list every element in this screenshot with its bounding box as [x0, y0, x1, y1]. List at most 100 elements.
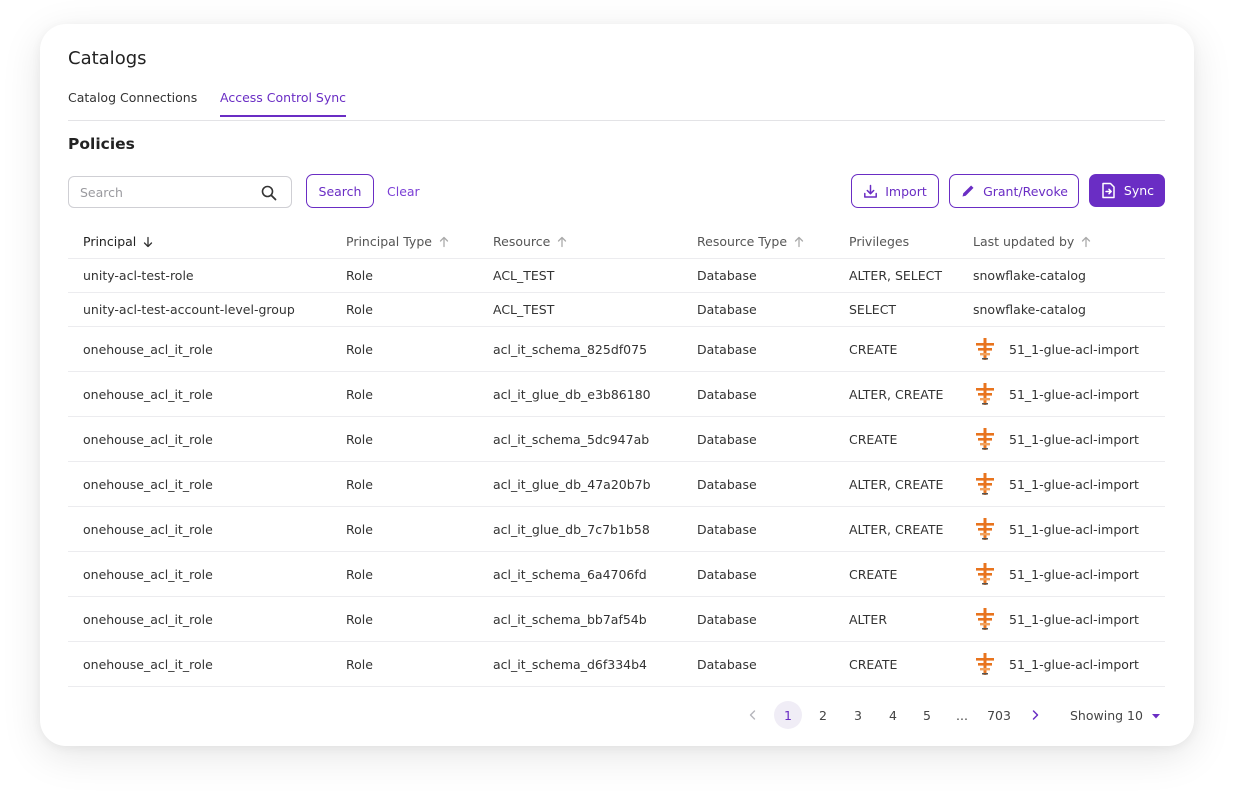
cell-updated-by: 51_1-glue-acl-import	[973, 472, 1139, 496]
sort-desc-icon	[142, 236, 154, 248]
table-row[interactable]: unity-acl-test-role Role ACL_TEST Databa…	[68, 259, 1165, 293]
cell-privileges: CREATE	[849, 567, 898, 582]
cell-privileges: ALTER, CREATE	[849, 522, 944, 537]
cell-resource-type: Database	[697, 522, 757, 537]
table-row[interactable]: onehouse_acl_it_role Role acl_it_glue_db…	[68, 372, 1165, 417]
search-input[interactable]	[69, 177, 249, 207]
aws-glue-icon	[973, 562, 997, 586]
cell-resource-type: Database	[697, 268, 757, 283]
page-3[interactable]: 3	[849, 701, 867, 729]
section-title: Policies	[68, 135, 135, 153]
page-size-select[interactable]: Showing 10	[1070, 708, 1161, 723]
aws-glue-icon	[973, 427, 997, 451]
catalogs-card: Catalogs Catalog Connections Access Cont…	[40, 24, 1194, 746]
page-1[interactable]: 1	[774, 701, 802, 729]
cell-updated-by: snowflake-catalog	[973, 302, 1086, 317]
search-button[interactable]: Search	[306, 174, 374, 208]
cell-resource: acl_it_schema_6a4706fd	[493, 567, 647, 582]
table-row[interactable]: onehouse_acl_it_role Role acl_it_schema_…	[68, 417, 1165, 462]
sync-button[interactable]: Sync	[1089, 174, 1165, 207]
sync-label: Sync	[1123, 183, 1155, 198]
sync-file-icon	[1100, 182, 1117, 199]
cell-privileges: CREATE	[849, 432, 898, 447]
cell-principal-type: Role	[346, 522, 373, 537]
cell-resource: acl_it_schema_bb7af54b	[493, 612, 647, 627]
import-button[interactable]: Import	[851, 174, 939, 208]
table-row[interactable]: onehouse_acl_it_role Role acl_it_schema_…	[68, 552, 1165, 597]
cell-updated-by: snowflake-catalog	[973, 268, 1086, 283]
header-resource-type[interactable]: Resource Type	[697, 234, 805, 249]
cell-principal-type: Role	[346, 302, 373, 317]
cell-principal: onehouse_acl_it_role	[83, 342, 213, 357]
table-row[interactable]: onehouse_acl_it_role Role acl_it_schema_…	[68, 597, 1165, 642]
grant-revoke-label: Grant/Revoke	[983, 183, 1068, 199]
aws-glue-icon	[973, 472, 997, 496]
updated-by-label: 51_1-glue-acl-import	[1009, 611, 1139, 627]
cell-privileges: ALTER, CREATE	[849, 477, 944, 492]
page-last[interactable]: 703	[984, 701, 1014, 729]
updated-by-label: 51_1-glue-acl-import	[1009, 341, 1139, 357]
tab-bar: Catalog Connections Access Control Sync	[68, 86, 1165, 121]
table-row[interactable]: onehouse_acl_it_role Role acl_it_schema_…	[68, 327, 1165, 372]
cell-principal: onehouse_acl_it_role	[83, 477, 213, 492]
cell-principal: onehouse_acl_it_role	[83, 387, 213, 402]
prev-page-icon[interactable]	[745, 701, 761, 729]
cell-principal: onehouse_acl_it_role	[83, 612, 213, 627]
table-row[interactable]: unity-acl-test-account-level-group Role …	[68, 293, 1165, 327]
cell-principal: onehouse_acl_it_role	[83, 567, 213, 582]
cell-resource: acl_it_schema_d6f334b4	[493, 657, 647, 672]
cell-updated-by: 51_1-glue-acl-import	[973, 517, 1139, 541]
import-label: Import	[885, 183, 927, 199]
sort-asc-icon	[793, 236, 805, 248]
table-row[interactable]: onehouse_acl_it_role Role acl_it_glue_db…	[68, 507, 1165, 552]
caret-down-icon	[1151, 712, 1161, 720]
tab-access-control-sync[interactable]: Access Control Sync	[220, 90, 347, 117]
cell-resource-type: Database	[697, 302, 757, 317]
cell-principal-type: Role	[346, 567, 373, 582]
page-title: Catalogs	[68, 48, 147, 69]
header-privileges: Privileges	[849, 234, 910, 249]
tab-catalog-connections[interactable]: Catalog Connections	[68, 90, 197, 115]
updated-by-label: 51_1-glue-acl-import	[1009, 656, 1139, 672]
cell-principal-type: Role	[346, 342, 373, 357]
cell-resource-type: Database	[697, 567, 757, 582]
updated-by-label: 51_1-glue-acl-import	[1009, 386, 1139, 402]
download-icon	[863, 184, 878, 199]
updated-by-label: 51_1-glue-acl-import	[1009, 431, 1139, 447]
header-principal[interactable]: Principal	[83, 234, 154, 249]
cell-principal: unity-acl-test-account-level-group	[83, 302, 295, 317]
cell-updated-by: 51_1-glue-acl-import	[973, 607, 1139, 631]
cell-privileges: CREATE	[849, 657, 898, 672]
cell-updated-by: 51_1-glue-acl-import	[973, 382, 1139, 406]
cell-updated-by: 51_1-glue-acl-import	[973, 427, 1139, 451]
header-principal-type[interactable]: Principal Type	[346, 234, 450, 249]
header-resource[interactable]: Resource	[493, 234, 568, 249]
cell-resource-type: Database	[697, 477, 757, 492]
cell-principal-type: Role	[346, 268, 373, 283]
pencil-icon	[960, 183, 976, 199]
cell-resource: acl_it_schema_5dc947ab	[493, 432, 650, 447]
cell-resource-type: Database	[697, 342, 757, 357]
header-last-updated-by[interactable]: Last updated by	[973, 234, 1092, 249]
cell-principal-type: Role	[346, 432, 373, 447]
page-5[interactable]: 5	[918, 701, 936, 729]
cell-updated-by: 51_1-glue-acl-import	[973, 652, 1139, 676]
table-header: Principal Principal Type Resource Resour…	[68, 225, 1165, 259]
search-icon[interactable]	[261, 185, 277, 201]
clear-link[interactable]: Clear	[387, 184, 420, 199]
cell-principal: onehouse_acl_it_role	[83, 657, 213, 672]
page-size-label: Showing 10	[1070, 708, 1143, 723]
next-page-icon[interactable]	[1027, 701, 1043, 729]
cell-privileges: ALTER	[849, 612, 888, 627]
page-4[interactable]: 4	[884, 701, 902, 729]
cell-updated-by: 51_1-glue-acl-import	[973, 562, 1139, 586]
aws-glue-icon	[973, 607, 997, 631]
cell-resource-type: Database	[697, 387, 757, 402]
cell-principal: onehouse_acl_it_role	[83, 432, 213, 447]
cell-privileges: ALTER, CREATE	[849, 387, 944, 402]
grant-revoke-button[interactable]: Grant/Revoke	[949, 174, 1079, 208]
page-2[interactable]: 2	[814, 701, 832, 729]
table-row[interactable]: onehouse_acl_it_role Role acl_it_schema_…	[68, 642, 1165, 687]
sort-asc-icon	[438, 236, 450, 248]
table-row[interactable]: onehouse_acl_it_role Role acl_it_glue_db…	[68, 462, 1165, 507]
